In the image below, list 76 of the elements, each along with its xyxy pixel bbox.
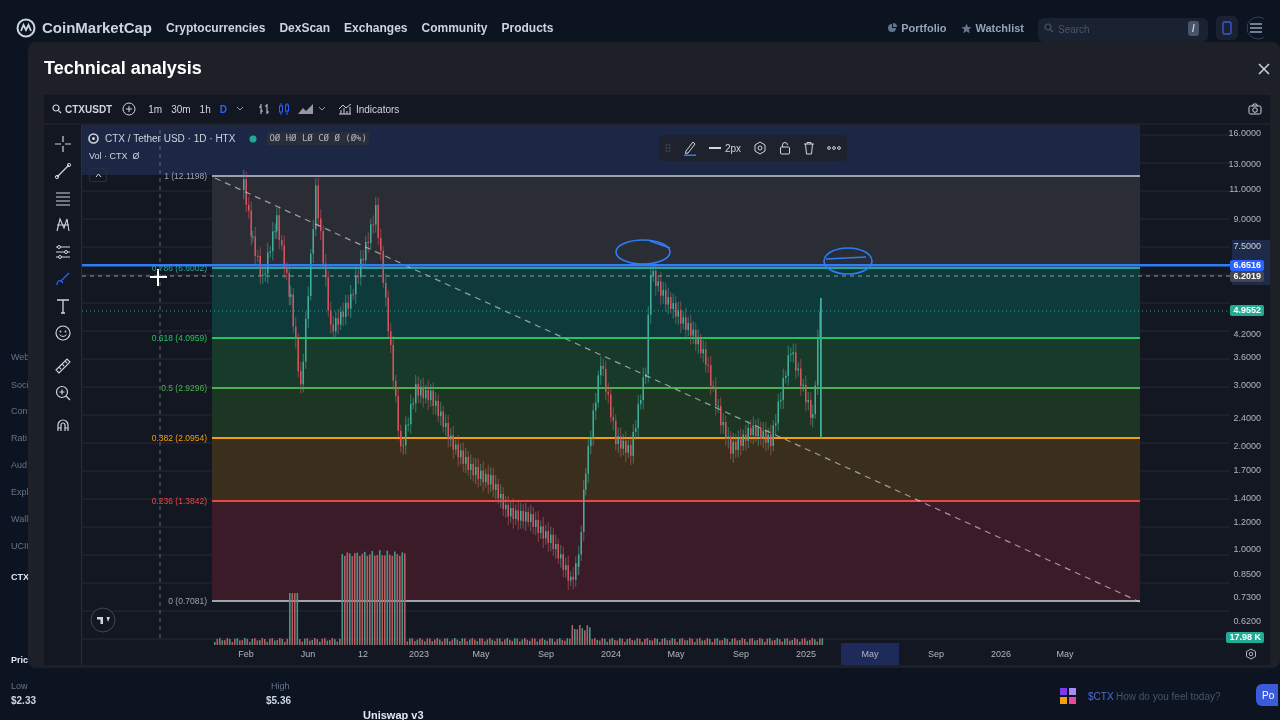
nav-link[interactable]: Exchanges	[344, 19, 408, 37]
high-label: High	[271, 680, 290, 693]
nav-link[interactable]: Community	[421, 19, 488, 37]
price-badge: 6.6516	[1230, 260, 1264, 271]
time-label: May	[1055, 648, 1075, 661]
fib-label: 0.618 (4.0959)	[151, 333, 207, 343]
sidebar-label[interactable]: Pric	[11, 654, 28, 666]
modal-title: Technical analysis	[44, 57, 202, 80]
watchlist-link[interactable]: Watchlist	[960, 19, 1024, 37]
interval-button[interactable]: 30m	[171, 101, 191, 117]
interval-button[interactable]: D	[219, 101, 227, 117]
price-label: 4.2000	[1232, 329, 1262, 340]
nav-link[interactable]: Products	[501, 19, 554, 37]
sidebar-label[interactable]: Wall	[11, 513, 29, 525]
time-label: 2023	[408, 648, 430, 661]
time-label: Feb	[237, 648, 255, 661]
fib-label: 0.382 (2.0954)	[151, 433, 207, 443]
low-price: $2.33	[11, 694, 37, 708]
symbol-search[interactable]: CTXUSDT	[52, 101, 113, 117]
price-label: 1.2000	[1232, 517, 1262, 528]
price-label: 1.7000	[1232, 465, 1262, 476]
price-label: 3.0000	[1232, 380, 1262, 391]
price-label: 16.0000	[1227, 128, 1262, 139]
price-label: 3.6000	[1232, 352, 1262, 363]
sidebar-label[interactable]: Soci	[11, 379, 29, 391]
post-prompt: How do you feel today?	[1116, 690, 1221, 704]
sidebar-label[interactable]: Aud	[11, 459, 27, 471]
price-label: 0.7300	[1232, 592, 1262, 603]
ticker-tag[interactable]: $CTX	[1088, 689, 1114, 704]
post-button[interactable]: Po	[1256, 684, 1279, 706]
fib-label: 0 (0.7081)	[168, 596, 207, 606]
sidebar-label[interactable]: UCII	[11, 540, 29, 552]
portfolio-link[interactable]: Portfolio	[887, 19, 947, 37]
price-badge: 4.9552	[1230, 305, 1264, 316]
low-label: Low	[11, 680, 28, 693]
time-label: 2025	[795, 648, 817, 661]
chart-legend-title: CTX / Tether USD · 1D · HTX	[105, 132, 236, 146]
price-label: 1.0000	[1232, 544, 1262, 555]
volume-legend: Vol · CTX Ø	[89, 150, 140, 164]
time-label: 12	[357, 648, 369, 661]
time-label: 2024	[600, 648, 622, 661]
price-label: 7.5000	[1232, 241, 1262, 252]
sidebar-label[interactable]: Con	[11, 405, 28, 417]
fib-label: 0.236 (1.3842)	[151, 496, 207, 506]
time-label: Sep	[732, 648, 750, 661]
time-label: 2026	[990, 648, 1012, 661]
fib-label: 0.5 (2.9296)	[161, 383, 207, 393]
price-label: 0.6200	[1232, 616, 1262, 627]
interval-button[interactable]: 1h	[199, 101, 211, 117]
price-label: 1.4000	[1232, 493, 1262, 504]
nav-link[interactable]: Cryptocurrencies	[166, 19, 266, 37]
price-label: 11.0000	[1228, 184, 1262, 195]
price-label: 9.0000	[1232, 214, 1262, 225]
indicators-button[interactable]: Indicators	[337, 101, 400, 117]
time-label: Sep	[537, 648, 555, 661]
nav-link[interactable]: DexScan	[279, 19, 331, 37]
fib-label: 1 (12.1198)	[164, 171, 207, 181]
time-label: Jun	[299, 648, 317, 661]
sidebar-label[interactable]: Rati	[11, 432, 27, 444]
high-price: $5.36	[266, 694, 292, 708]
line-width-button[interactable]: 2px	[709, 140, 742, 156]
time-label: May	[841, 643, 899, 665]
price-badge: 17.98 K	[1226, 632, 1264, 643]
sidebar-label[interactable]: Expl	[11, 486, 29, 498]
sidebar-label[interactable]: CTX	[11, 571, 29, 583]
time-label: Sep	[927, 648, 945, 661]
price-label: 13.0000	[1227, 159, 1262, 170]
shortcut-key: /	[1188, 21, 1199, 36]
interval-button[interactable]: 1m	[148, 101, 163, 117]
time-label: May	[666, 648, 686, 661]
price-label: 0.8500	[1232, 569, 1262, 580]
logo-text[interactable]: CoinMarketCap	[42, 16, 153, 40]
price-badge: 6.2019	[1230, 271, 1264, 282]
price-label: 2.4000	[1232, 413, 1262, 424]
price-label: 2.0000	[1232, 441, 1262, 452]
time-label: May	[471, 648, 491, 661]
